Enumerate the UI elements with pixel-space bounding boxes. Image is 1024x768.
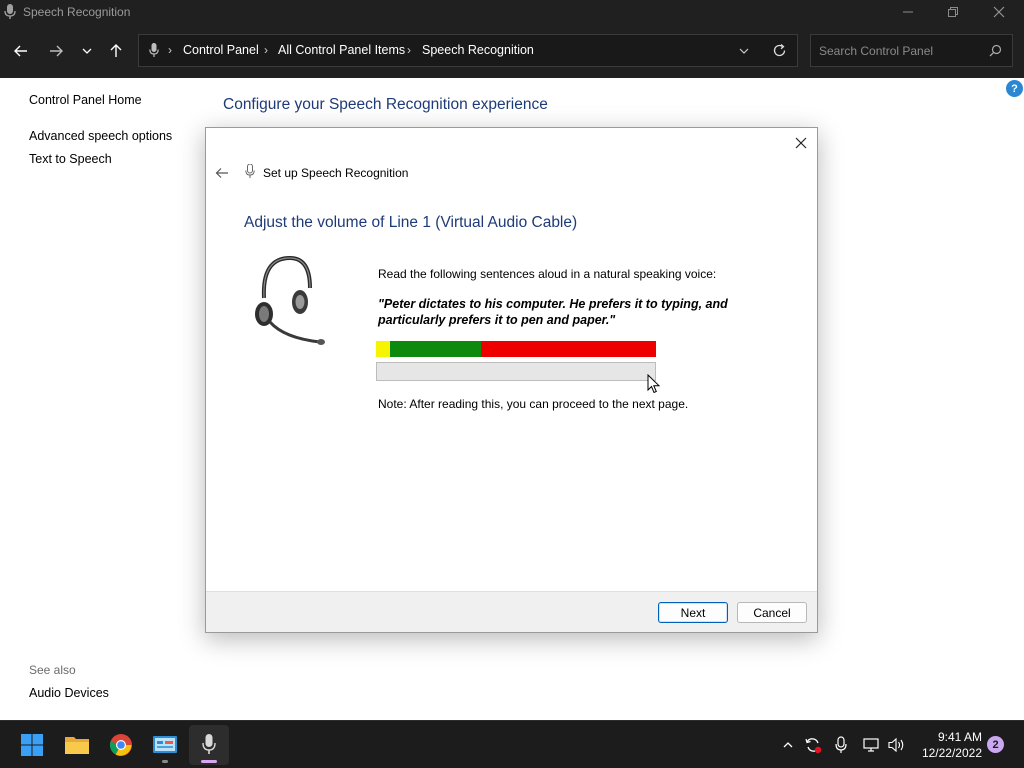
chevron-right-icon: ›	[168, 43, 172, 57]
minimize-button[interactable]	[885, 0, 931, 24]
control-panel-home-link[interactable]: Control Panel Home	[29, 93, 142, 107]
meter-low-segment	[376, 341, 390, 357]
chevron-down-icon	[739, 48, 749, 54]
up-button[interactable]	[104, 39, 128, 63]
headset-icon	[250, 252, 330, 351]
address-dropdown-button[interactable]	[739, 45, 749, 59]
arrow-right-icon	[50, 45, 63, 57]
arrow-left-icon	[215, 168, 228, 178]
page-title: Configure your Speech Recognition experi…	[223, 96, 548, 113]
file-explorer-button[interactable]	[57, 725, 97, 765]
clock-date: 12/22/2022	[921, 746, 982, 760]
sync-status-button[interactable]	[803, 735, 823, 755]
forward-button[interactable]	[44, 39, 68, 63]
dialog-close-button[interactable]	[785, 128, 817, 158]
back-button[interactable]	[9, 39, 33, 63]
microphone-icon	[4, 4, 16, 20]
close-window-button[interactable]	[976, 0, 1022, 24]
microphone-tray-button[interactable]	[831, 735, 851, 755]
cancel-button[interactable]: Cancel	[737, 602, 807, 623]
breadcrumb-control-panel[interactable]: Control Panel	[183, 43, 259, 57]
breadcrumb-speech-recognition[interactable]: Speech Recognition	[422, 43, 534, 57]
taskbar-clock[interactable]: 9:41 AM 12/22/2022	[912, 729, 982, 761]
volume-meter-scale	[376, 341, 656, 357]
speech-recognition-button[interactable]	[189, 725, 229, 765]
speech-recognition-icon	[202, 734, 216, 754]
notification-badge[interactable]: 2	[987, 736, 1004, 753]
chevron-down-icon	[82, 48, 92, 54]
chrome-icon	[109, 734, 132, 756]
search-box[interactable]	[810, 34, 1013, 67]
search-icon[interactable]	[989, 44, 1002, 60]
search-input[interactable]	[811, 35, 981, 66]
control-panel-icon	[153, 736, 177, 753]
refresh-button[interactable]	[772, 43, 787, 61]
volume-button[interactable]	[887, 735, 907, 755]
address-bar[interactable]: › Control Panel › All Control Panel Item…	[138, 34, 798, 67]
microphone-icon	[149, 43, 159, 61]
network-button[interactable]	[862, 735, 882, 755]
chevron-right-icon: ›	[264, 43, 268, 57]
dialog-heading: Adjust the volume of Line 1 (Virtual Aud…	[244, 214, 578, 231]
text-to-speech-link[interactable]: Text to Speech	[29, 152, 112, 166]
navigation-bar: › Control Panel › All Control Panel Item…	[0, 24, 1024, 78]
help-button[interactable]: ?	[1006, 80, 1023, 97]
title-bar: Speech Recognition	[0, 0, 1024, 24]
clock-time: 9:41 AM	[937, 730, 982, 744]
instruction-text: Read the following sentences aloud in a …	[378, 267, 717, 281]
close-icon	[795, 137, 807, 149]
sync-icon	[805, 738, 822, 754]
refresh-icon	[773, 44, 786, 57]
arrow-up-icon	[110, 44, 122, 57]
control-panel-button[interactable]	[145, 725, 185, 765]
advanced-speech-options-link[interactable]: Advanced speech options	[29, 129, 172, 143]
next-button[interactable]: Next	[658, 602, 728, 623]
meter-good-segment	[390, 341, 481, 357]
start-button[interactable]	[12, 725, 52, 765]
microphone-icon	[245, 163, 255, 182]
chevron-right-icon: ›	[407, 43, 411, 57]
see-also-heading: See also	[29, 663, 76, 677]
microphone-icon	[835, 736, 847, 753]
dialog-title: Set up Speech Recognition	[263, 166, 409, 180]
running-indicator	[162, 760, 168, 763]
meter-high-segment	[481, 341, 656, 357]
dialog-back-button[interactable]	[212, 164, 232, 182]
volume-level-bar	[376, 362, 656, 381]
windows-start-icon	[21, 734, 43, 756]
setup-speech-recognition-dialog: Set up Speech Recognition Adjust the vol…	[205, 127, 818, 633]
chevron-up-icon	[783, 742, 793, 748]
sample-sentence: "Peter dictates to his computer. He pref…	[378, 297, 728, 327]
proceed-note: Note: After reading this, you can procee…	[378, 397, 689, 411]
mouse-pointer-icon	[647, 373, 661, 397]
audio-devices-link[interactable]: Audio Devices	[29, 686, 109, 700]
window-title: Speech Recognition	[23, 5, 131, 19]
restore-button[interactable]	[930, 0, 976, 24]
arrow-left-icon	[14, 45, 27, 57]
speaker-icon	[888, 737, 904, 753]
network-icon	[863, 738, 879, 752]
taskbar: 9:41 AM 12/22/2022 2	[0, 720, 1024, 768]
file-explorer-icon	[65, 737, 89, 754]
dialog-footer: Next Cancel	[206, 591, 817, 632]
breadcrumb-all-items[interactable]: All Control Panel Items	[278, 43, 405, 57]
show-hidden-icons-button[interactable]	[778, 735, 798, 755]
recent-locations-button[interactable]	[75, 39, 99, 63]
active-indicator	[201, 760, 217, 763]
chrome-button[interactable]	[101, 725, 141, 765]
